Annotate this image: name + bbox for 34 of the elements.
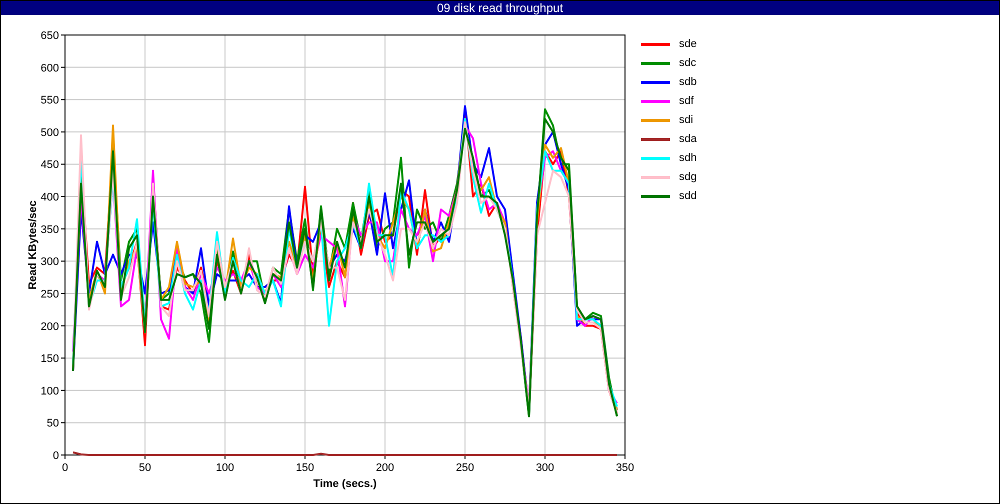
tick-label: 650: [40, 30, 59, 42]
tick-label: 150: [296, 462, 314, 474]
legend-label: sdf: [679, 95, 694, 107]
legend-label: sde: [679, 38, 697, 50]
legend-label: sda: [679, 133, 697, 145]
tick-label: 50: [46, 418, 59, 430]
tick-label: 150: [40, 353, 59, 366]
tick-label: 600: [40, 62, 59, 74]
legend-label: sdc: [679, 57, 696, 69]
tick-label: 500: [40, 126, 59, 139]
tick-label: 200: [376, 462, 394, 474]
tick-label: 0: [52, 450, 59, 462]
tick-label: 450: [40, 159, 59, 172]
legend-label: sdg: [679, 171, 697, 183]
legend-label: sdd: [679, 190, 697, 202]
axis-title: Read KBytes/sec: [27, 200, 39, 290]
tick-label: 250: [40, 288, 59, 300]
tick-label: 300: [536, 462, 554, 474]
tick-label: 550: [40, 94, 59, 107]
tick-label: 300: [40, 256, 59, 268]
legend-label: sdh: [679, 152, 697, 164]
tick-label: 400: [40, 192, 59, 204]
tick-label: 350: [616, 462, 634, 474]
window-title: 09 disk read throughput: [1, 1, 999, 15]
legend-label: sdi: [679, 114, 694, 126]
tick-label: 0: [62, 462, 68, 474]
axis-title: Time (secs.): [313, 478, 377, 490]
tick-label: 100: [216, 462, 234, 474]
legend-label: sdb: [679, 76, 697, 88]
tick-label: 50: [138, 462, 152, 474]
tick-label: 200: [40, 320, 59, 333]
tick-label: 100: [40, 385, 59, 398]
tick-label: 350: [40, 224, 59, 236]
tick-label: 250: [456, 462, 474, 474]
